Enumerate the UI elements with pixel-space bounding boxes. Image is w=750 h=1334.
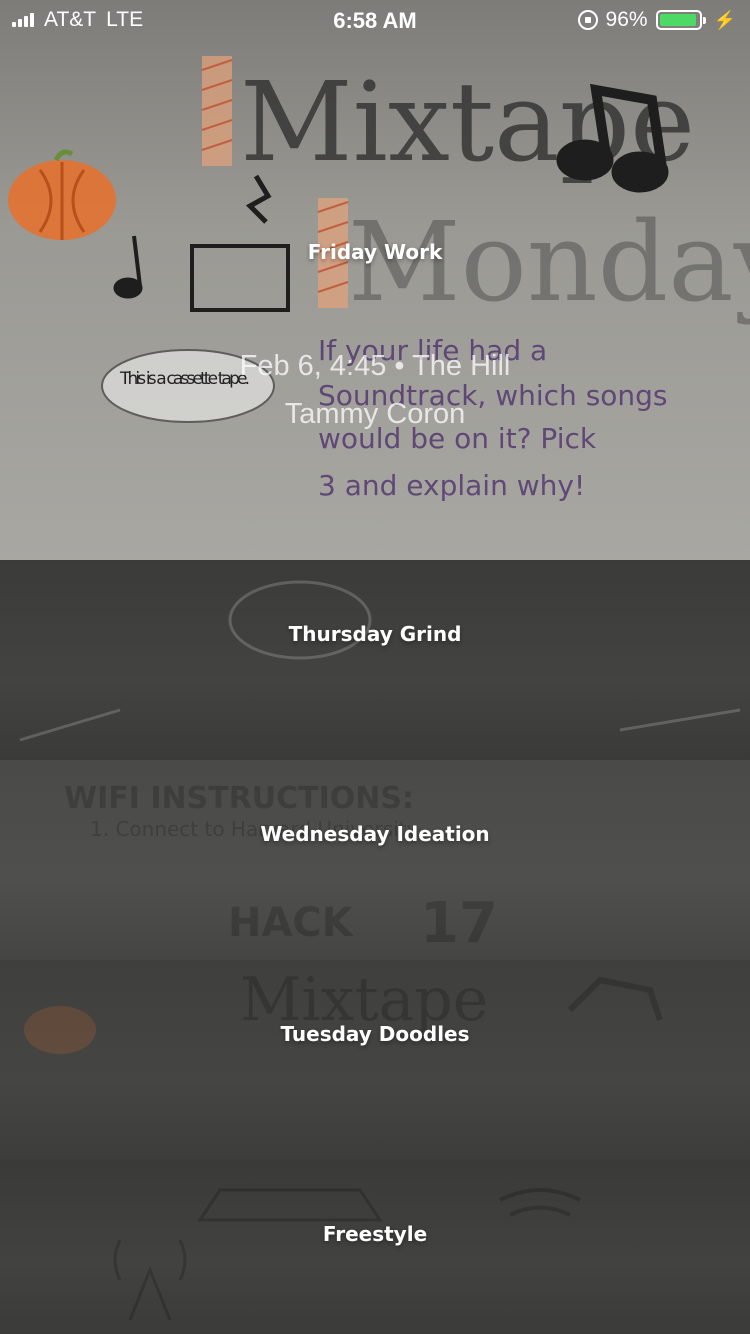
entry-title: Wednesday Ideation [260, 822, 490, 846]
entry-author: Tammy Coron [284, 398, 466, 430]
rotation-lock-icon [577, 10, 598, 30]
entry-title: Friday Work [307, 240, 443, 264]
charging-bolt-icon: ⚡ [713, 9, 736, 30]
prompt-line-4: 3 and explain why! [318, 469, 585, 502]
striped-letter-m [201, 56, 233, 166]
entry-title: Thursday Grind [288, 622, 462, 646]
entry-card-thursday-grind[interactable]: Thursday Grind [0, 560, 750, 760]
paper-pumpkin-decoration [8, 149, 116, 240]
journal-list-screen: AT&T LTE 6:58 AM 96% ⚡ Mixtape Monda Thi… [0, 0, 750, 1334]
entry-card-wednesday-ideation[interactable]: WIFI INSTRUCTIONS: 1. Connect to Harvard… [0, 760, 750, 960]
status-bar: AT&T LTE 6:58 AM 96% ⚡ [0, 0, 750, 40]
battery-percent: 96% [605, 8, 648, 31]
wifi-heading-text: WIFI INSTRUCTIONS: [64, 781, 414, 816]
entry-meta: Feb 6, 4:45 • The Hill [239, 350, 511, 382]
entry-title: Tuesday Doodles [280, 1022, 470, 1046]
status-bar-right: 96% ⚡ [577, 8, 736, 32]
battery-icon [655, 10, 706, 30]
entry-card-freestyle[interactable]: Freestyle [0, 1160, 750, 1334]
whiteboard-photo-faint: Mixtape [24, 965, 663, 1054]
entry-title: Freestyle [322, 1222, 428, 1246]
whiteboard-photo-faint [19, 580, 741, 742]
whiteboard-photo: Mixtape Monday This is a cassette tape. … [8, 56, 750, 502]
entry-card-tuesday-doodles[interactable]: Mixtape Tuesday Doodles [0, 960, 750, 1160]
whiteboard-photo-faint: WIFI INSTRUCTIONS: 1. Connect to Harvard… [64, 781, 498, 956]
whiteboard-photo-faint [113, 1188, 581, 1321]
hack-label-text: HACK [228, 900, 355, 946]
entry-card-friday-work[interactable]: Mixtape Monday This is a cassette tape. … [0, 0, 750, 560]
battery-fill [659, 14, 697, 26]
hack-number-text: 17 [420, 891, 498, 956]
